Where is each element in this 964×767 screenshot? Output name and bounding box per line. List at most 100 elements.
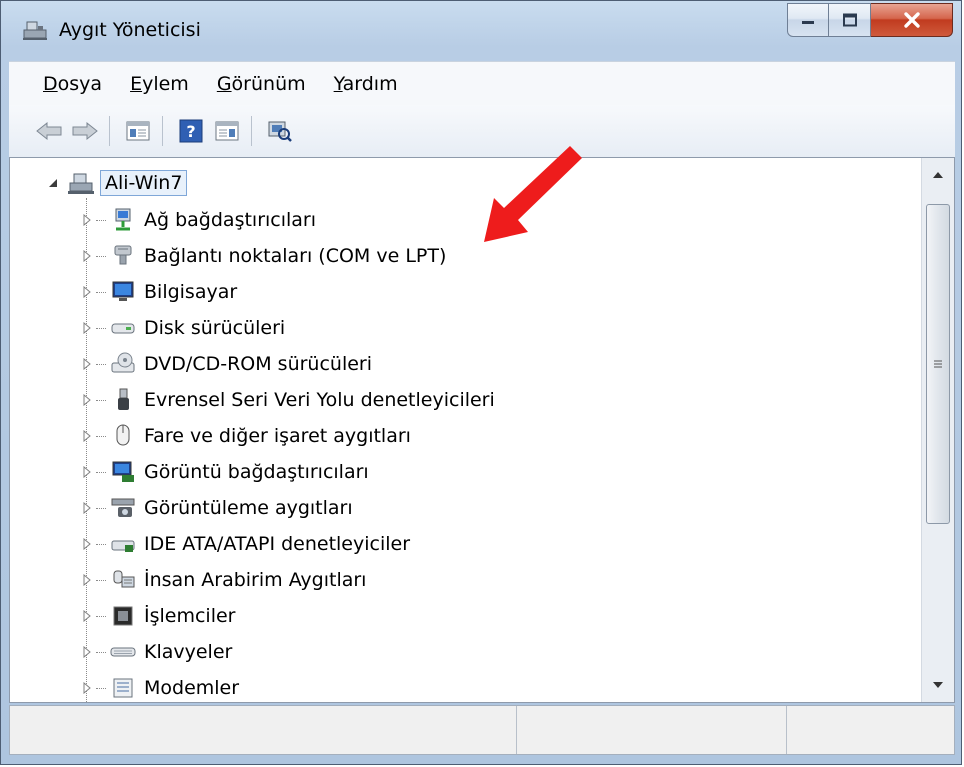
close-button[interactable]: [871, 3, 953, 37]
tree-item[interactable]: Görüntüleme aygıtları: [82, 490, 353, 526]
status-divider: [516, 706, 517, 754]
tree-root[interactable]: Ali-Win7: [48, 168, 188, 198]
scroll-down-icon: [933, 682, 943, 688]
tree-item[interactable]: Evrensel Seri Veri Yolu denetleyicileri: [82, 382, 495, 418]
tree-connector: [96, 687, 106, 689]
modem-icon: [113, 678, 133, 698]
expand-triangle-icon[interactable]: [82, 286, 92, 298]
show-hide-console-tree-button[interactable]: [122, 115, 154, 147]
tree-item-label: DVD/CD-ROM sürücüleri: [144, 353, 373, 375]
title-bar[interactable]: Aygıt Yöneticisi: [1, 1, 961, 59]
menu-dosya-label: osya: [57, 73, 103, 95]
tree-item-label: Modemler: [144, 677, 240, 699]
tree-item[interactable]: Modemler: [82, 670, 240, 702]
toolbar-separator: [162, 116, 163, 146]
scan-hardware-button[interactable]: [264, 115, 296, 147]
tree-item-label: Ağ bağdaştırıcıları: [144, 209, 317, 231]
tree-item[interactable]: IDE ATA/ATAPI denetleyiciler: [82, 526, 410, 562]
scroll-down-button[interactable]: [922, 668, 954, 702]
tree-item[interactable]: Ağ bağdaştırıcıları: [82, 202, 316, 238]
help-icon: ?: [179, 119, 203, 143]
disk-drive-icon: [111, 323, 135, 334]
tree-item[interactable]: Fare ve diğer işaret aygıtları: [82, 418, 411, 454]
usb-icon: [118, 388, 129, 410]
tree-connector: [96, 219, 106, 221]
hid-icon: [113, 570, 135, 588]
expand-triangle-icon[interactable]: [82, 466, 92, 478]
help-button[interactable]: ?: [175, 115, 207, 147]
processor-icon: [113, 606, 133, 626]
tree-item-label: Fare ve diğer işaret aygıtları: [144, 425, 411, 447]
tree-item-label: Bilgisayar: [144, 281, 238, 303]
menu-dosya-accel: D: [43, 73, 58, 95]
tree-connector: [96, 399, 106, 401]
expand-triangle-icon[interactable]: [82, 574, 92, 586]
scroll-thumb[interactable]: [926, 204, 950, 524]
scan-hardware-icon: [268, 121, 292, 142]
menu-yardim-accel: Y: [333, 73, 343, 95]
scroll-up-button[interactable]: [922, 158, 954, 192]
computer-root-icon: [68, 173, 94, 194]
expand-triangle-icon[interactable]: [82, 646, 92, 658]
tree-item[interactable]: DVD/CD-ROM sürücüleri: [82, 346, 372, 382]
device-tree: Ali-Win7 Ağ bağdaştırıcıları Bağlantı nok…: [10, 158, 922, 702]
expand-triangle-icon[interactable]: [82, 214, 92, 226]
collapse-triangle-icon[interactable]: [48, 178, 58, 188]
status-divider: [786, 706, 787, 754]
tree-item-label: İşlemciler: [144, 605, 236, 627]
device-manager-icon: [23, 21, 47, 40]
tree-item-label: Bağlantı noktaları (COM ve LPT): [144, 245, 447, 267]
status-bar: [9, 705, 955, 755]
imaging-device-icon: [111, 498, 135, 517]
tree-item[interactable]: Bağlantı noktaları (COM ve LPT): [82, 238, 446, 274]
tree-connector: [96, 255, 106, 257]
action-pane-icon: [215, 121, 239, 141]
expand-triangle-icon[interactable]: [82, 250, 92, 262]
tree-connector: [96, 435, 106, 437]
expand-triangle-icon[interactable]: [82, 538, 92, 550]
vertical-scrollbar[interactable]: [921, 158, 954, 702]
maximize-button[interactable]: [829, 3, 871, 37]
tree-item[interactable]: İşlemciler: [82, 598, 235, 634]
ide-controller-icon: [111, 540, 135, 552]
tree-item[interactable]: Görüntü bağdaştırıcıları: [82, 454, 369, 490]
tree-connector: [96, 651, 106, 653]
menu-yardim[interactable]: Yardım: [334, 73, 398, 95]
tree-item[interactable]: İnsan Arabirim Aygıtları: [82, 562, 366, 598]
tree-item-label: Evrensel Seri Veri Yolu denetleyicileri: [144, 389, 495, 411]
tree-connector: [96, 543, 106, 545]
tree-item[interactable]: Klavyeler: [82, 634, 232, 670]
tree-item-label: Görüntü bağdaştırıcıları: [144, 461, 369, 483]
minimize-button[interactable]: [787, 3, 829, 37]
grip-icon: [934, 360, 942, 368]
display-adapter-icon: [112, 461, 134, 482]
tree-item[interactable]: Disk sürücüleri: [82, 310, 285, 346]
port-icon: [114, 245, 132, 265]
menu-eylem-label: ylem: [142, 73, 189, 95]
menu-dosya[interactable]: Dosya: [43, 73, 102, 95]
tree-item[interactable]: Bilgisayar: [82, 274, 237, 310]
expand-triangle-icon[interactable]: [82, 682, 92, 694]
tree-connector: [96, 291, 106, 293]
expand-triangle-icon[interactable]: [82, 358, 92, 370]
caption-buttons: [787, 3, 953, 39]
expand-triangle-icon[interactable]: [82, 610, 92, 622]
expand-triangle-icon[interactable]: [82, 322, 92, 334]
tree-item-label: Disk sürücüleri: [144, 317, 286, 339]
expand-triangle-icon[interactable]: [82, 394, 92, 406]
show-hide-action-pane-button[interactable]: [211, 115, 243, 147]
device-manager-window: Aygıt Yöneticisi Dosya Eylem Görünüm Yar…: [0, 0, 962, 765]
forward-button[interactable]: [69, 115, 101, 147]
tree-item-label: IDE ATA/ATAPI denetleyiciler: [144, 533, 411, 555]
tree-connector: [96, 327, 106, 329]
expand-triangle-icon[interactable]: [82, 502, 92, 514]
expand-triangle-icon[interactable]: [82, 430, 92, 442]
toolbar-separator: [251, 116, 252, 146]
red-pointer-arrow-icon: [484, 146, 582, 242]
menu-gorunum[interactable]: Görünüm: [217, 73, 306, 95]
menu-eylem[interactable]: Eylem: [130, 73, 189, 95]
back-button[interactable]: [33, 115, 65, 147]
tree-connector: [96, 507, 106, 509]
tree-item-label: Görüntüleme aygıtları: [144, 497, 353, 519]
menu-yardim-label: ardım: [342, 73, 398, 95]
